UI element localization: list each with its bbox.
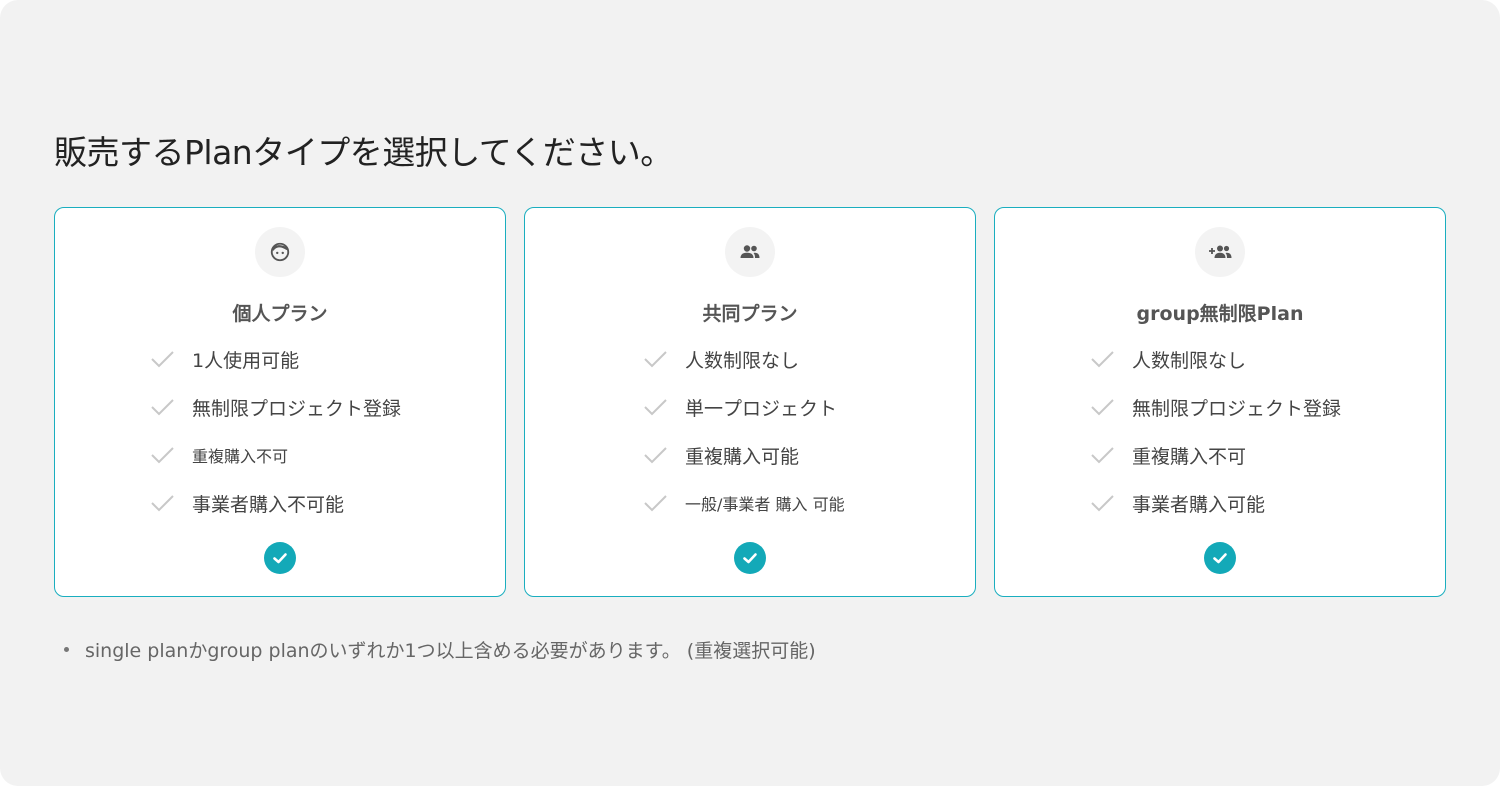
feature-label: 一般/事業者 購入 可能 (685, 495, 845, 514)
feature-label: 無制限プロジェクト登録 (1132, 397, 1342, 420)
bullet-dot (64, 647, 69, 652)
check-icon (151, 399, 174, 416)
plan-card-individual[interactable]: 個人プラン 1人使用可能 無制限プロジェクト登録 重複購入不可 事業者購入不可能 (54, 207, 506, 597)
check-icon (151, 495, 174, 512)
plan-title: 個人プラン (232, 303, 328, 325)
feature-item: 単一プロジェクト (641, 392, 837, 422)
check-icon (644, 447, 667, 464)
feature-item: 人数制限なし (641, 344, 799, 374)
feature-item: 無制限プロジェクト登録 (148, 392, 401, 422)
feature-label: 1人使用可能 (192, 349, 300, 372)
feature-label: 重複購入不可 (192, 447, 289, 466)
check-icon (1091, 447, 1114, 464)
people-icon (725, 227, 775, 277)
selected-check-icon[interactable] (1204, 542, 1236, 574)
plan-title: group無制限Plan (1136, 303, 1304, 325)
feature-label: 事業者購入可能 (1132, 493, 1266, 516)
feature-label: 単一プロジェクト (685, 397, 838, 420)
check-icon (644, 351, 667, 368)
group-add-icon (1195, 227, 1245, 277)
check-icon (151, 351, 174, 368)
check-icon (644, 399, 667, 416)
requirement-note: single planかgroup planのいずれか1つ以上含める必要がありま… (64, 636, 816, 663)
feature-item: 無制限プロジェクト登録 (1088, 392, 1341, 422)
feature-label: 無制限プロジェクト登録 (192, 397, 402, 420)
face-icon (255, 227, 305, 277)
feature-item: 一般/事業者 購入 可能 (641, 488, 845, 518)
feature-item: 事業者購入不可能 (148, 488, 344, 518)
feature-item: 事業者購入可能 (1088, 488, 1265, 518)
note-text: single planかgroup planのいずれか1つ以上含める必要がありま… (85, 640, 816, 662)
check-icon (644, 495, 667, 512)
selected-check-icon[interactable] (264, 542, 296, 574)
check-icon (151, 447, 174, 464)
feature-item: 人数制限なし (1088, 344, 1246, 374)
feature-item: 重複購入可能 (641, 440, 799, 470)
feature-label: 事業者購入不可能 (192, 493, 345, 516)
selected-check-icon[interactable] (734, 542, 766, 574)
feature-item: 重複購入不可 (148, 440, 288, 470)
feature-label: 人数制限なし (685, 349, 800, 372)
check-icon (1091, 399, 1114, 416)
feature-label: 重複購入不可 (1132, 445, 1247, 468)
plan-title: 共同プラン (702, 303, 798, 325)
feature-item: 1人使用可能 (148, 344, 299, 374)
plan-card-shared[interactable]: 共同プラン 人数制限なし 単一プロジェクト 重複購入可能 一般/事業者 購入 可… (524, 207, 976, 597)
feature-label: 重複購入可能 (685, 445, 800, 468)
feature-label: 人数制限なし (1132, 349, 1247, 372)
check-icon (1091, 351, 1114, 368)
check-icon (1091, 495, 1114, 512)
feature-item: 重複購入不可 (1088, 440, 1246, 470)
plan-selection-panel: 販売するPlanタイプを選択してください。 個人プラン 1人使用可能 無制限プロ… (0, 0, 1500, 786)
page-title: 販売するPlanタイプを選択してください。 (54, 133, 673, 172)
plan-card-group-unlimited[interactable]: group無制限Plan 人数制限なし 無制限プロジェクト登録 重複購入不可 事… (994, 207, 1446, 597)
